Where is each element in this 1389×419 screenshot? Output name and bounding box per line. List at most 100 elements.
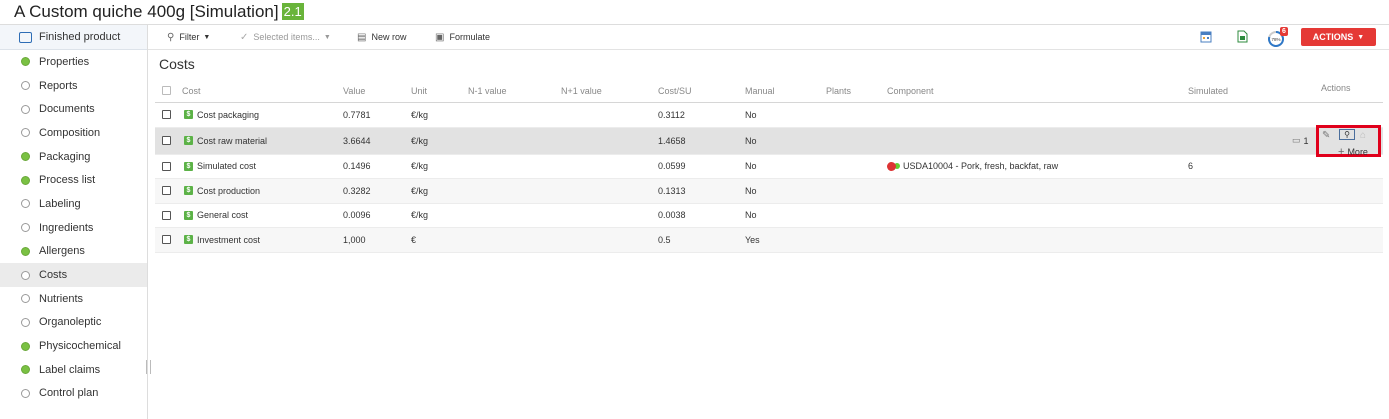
cost-name: Cost raw material	[197, 135, 268, 146]
col-cost[interactable]: Cost	[182, 79, 201, 102]
manual-cell: No	[745, 210, 757, 221]
sidebar-item-documents[interactable]: Documents	[0, 97, 147, 121]
select-all-checkbox[interactable]	[162, 86, 171, 95]
row-checkbox[interactable]	[162, 161, 171, 171]
cost-cell[interactable]: $ General cost	[184, 204, 248, 228]
table-row[interactable]: $ General cost 0.0096 €/kg 0.0038 No	[155, 204, 1383, 228]
row-checkbox[interactable]	[162, 235, 171, 245]
table-row[interactable]: $ Investment cost 1,000 €0.5 Yes	[155, 228, 1383, 253]
cost-cell[interactable]: $ Investment cost	[184, 228, 260, 252]
progress-indicator[interactable]: 78% 6	[1266, 27, 1288, 47]
sidebar-item-costs[interactable]: Costs	[0, 263, 147, 287]
row-checkbox[interactable]	[162, 210, 171, 220]
status-filled-icon	[21, 365, 30, 375]
edit-icon[interactable]: ✎	[1322, 130, 1330, 141]
sidebar-item-label: Physicochemical	[39, 340, 121, 353]
sidebar-item-control-plan[interactable]: Control plan	[0, 382, 147, 406]
delete-icon[interactable]: ⌂	[1360, 130, 1366, 141]
value-cell: 0.3282	[343, 185, 371, 196]
cost-cell[interactable]: $ Cost production	[184, 179, 260, 203]
manual-cell: No	[745, 135, 757, 146]
col-n-plus-1[interactable]: N+1 value	[561, 79, 602, 102]
cost-su-cell: 0.0599	[658, 161, 686, 172]
sidebar-item-label: Reports	[39, 79, 78, 92]
row-checkbox[interactable]	[162, 110, 171, 120]
cost-cell[interactable]: $ Cost raw material	[184, 128, 267, 154]
page-title: A Custom quiche 400g [Simulation] 2.1	[14, 2, 304, 21]
filter-button[interactable]: ⚲ Filter ▼	[167, 25, 210, 49]
col-manual[interactable]: Manual	[745, 79, 775, 102]
sidebar-item-properties[interactable]: Properties	[0, 50, 147, 74]
cost-cell[interactable]: $ Cost packaging	[184, 103, 259, 127]
status-filled-icon	[21, 246, 30, 256]
sidebar-item-process-list[interactable]: Process list	[0, 168, 147, 192]
col-component[interactable]: Component	[887, 79, 934, 102]
status-filled-icon	[21, 152, 30, 162]
status-empty-icon	[21, 317, 30, 327]
sidebar-item-labeling[interactable]: Labeling	[0, 192, 147, 216]
cost-type-icon: $	[184, 136, 193, 145]
excel-export-icon[interactable]	[1236, 30, 1248, 43]
cost-name: Cost production	[197, 185, 261, 196]
cost-su-cell: 0.3112	[658, 109, 685, 120]
new-row-label: New row	[371, 32, 407, 42]
sidebar-item-label: Labeling	[39, 197, 81, 210]
table-row[interactable]: $ Cost production 0.3282 €/kg 0.1313 No	[155, 179, 1383, 204]
cost-su-cell: 0.1313	[658, 185, 686, 196]
cost-name: General cost	[197, 210, 249, 221]
status-empty-icon	[21, 199, 30, 209]
cost-cell[interactable]: $ Simulated cost	[184, 155, 256, 179]
value-cell: 1,000	[343, 234, 366, 245]
toolbar: ⚲ Filter ▼ ✓ Selected items... ▼ ▤ New row…	[148, 25, 1389, 50]
status-empty-icon	[21, 270, 30, 280]
component-cell[interactable]: USDA10004 - Pork, fresh, backfat, raw	[887, 155, 1058, 179]
cost-su-cell: 0.0038	[658, 210, 686, 221]
col-cost-su[interactable]: Cost/SU	[658, 79, 692, 102]
sidebar-item-label: Organoleptic	[39, 316, 102, 329]
col-simulated[interactable]: Simulated	[1188, 79, 1228, 102]
sidebar-item-label: Nutrients	[39, 292, 84, 305]
selected-items-button[interactable]: ✓ Selected items... ▼	[240, 25, 331, 49]
calendar-icon[interactable]	[1200, 30, 1212, 43]
sidebar-item-composition[interactable]: Composition	[0, 121, 147, 145]
selected-items-label: Selected items...	[253, 32, 320, 42]
table-row[interactable]: $ Simulated cost 0.1496 €/kg 0.0599 No 6 USDA10…	[155, 155, 1383, 179]
row-checkbox[interactable]	[162, 136, 171, 145]
status-empty-icon	[21, 294, 30, 304]
row-checkbox[interactable]	[162, 186, 171, 196]
section-title: Costs	[159, 56, 195, 72]
resize-handle[interactable]	[146, 360, 151, 374]
actions-button[interactable]: ACTIONS ▼	[1301, 28, 1376, 46]
version-badge: 2.1	[281, 3, 304, 20]
sidebar-item-packaging[interactable]: Packaging	[0, 145, 147, 169]
sidebar-header[interactable]: Finished product	[0, 25, 147, 50]
cost-name: Simulated cost	[197, 161, 257, 172]
svg-text:78%: 78%	[1271, 37, 1280, 42]
comment-count[interactable]: ▭ 1	[1292, 128, 1309, 154]
notification-badge: 6	[1280, 27, 1288, 36]
more-label: More	[1347, 147, 1368, 157]
chevron-down-icon: ▼	[203, 33, 211, 41]
col-unit[interactable]: Unit	[411, 79, 427, 102]
checkmark-icon: ✓	[240, 31, 249, 43]
value-cell: 0.7781	[343, 109, 371, 120]
sidebar-item-nutrients[interactable]: Nutrients	[0, 287, 147, 311]
sidebar-item-physicochemical[interactable]: Physicochemical	[0, 334, 147, 358]
col-n-minus-1[interactable]: N-1 value	[468, 79, 507, 102]
col-value[interactable]: Value	[343, 79, 365, 102]
view-icon[interactable]: ⚲	[1339, 129, 1355, 140]
formulate-button[interactable]: ▣ Formulate	[435, 25, 490, 49]
new-row-button[interactable]: ▤ New row	[357, 25, 406, 49]
table-row[interactable]: $ Cost raw material 3.6644 €/kg 1.4658 No ▭ 1	[155, 127, 1383, 155]
sidebar-item-label: Costs	[39, 269, 68, 282]
title-bar: A Custom quiche 400g [Simulation] 2.1	[0, 0, 1389, 24]
sidebar-item-ingredients[interactable]: Ingredients	[0, 216, 147, 240]
formulate-label: Formulate	[449, 32, 490, 42]
sidebar-item-organoleptic[interactable]: Organoleptic	[0, 311, 147, 335]
table-row[interactable]: $ Cost packaging 0.7781 €/kg 0.3112 No	[155, 103, 1383, 128]
sidebar-item-reports[interactable]: Reports	[0, 74, 147, 98]
col-plants[interactable]: Plants	[826, 79, 851, 102]
more-button[interactable]: + More	[1338, 146, 1368, 158]
sidebar-item-allergens[interactable]: Allergens	[0, 240, 147, 264]
sidebar-item-label-claims[interactable]: Label claims	[0, 358, 147, 382]
